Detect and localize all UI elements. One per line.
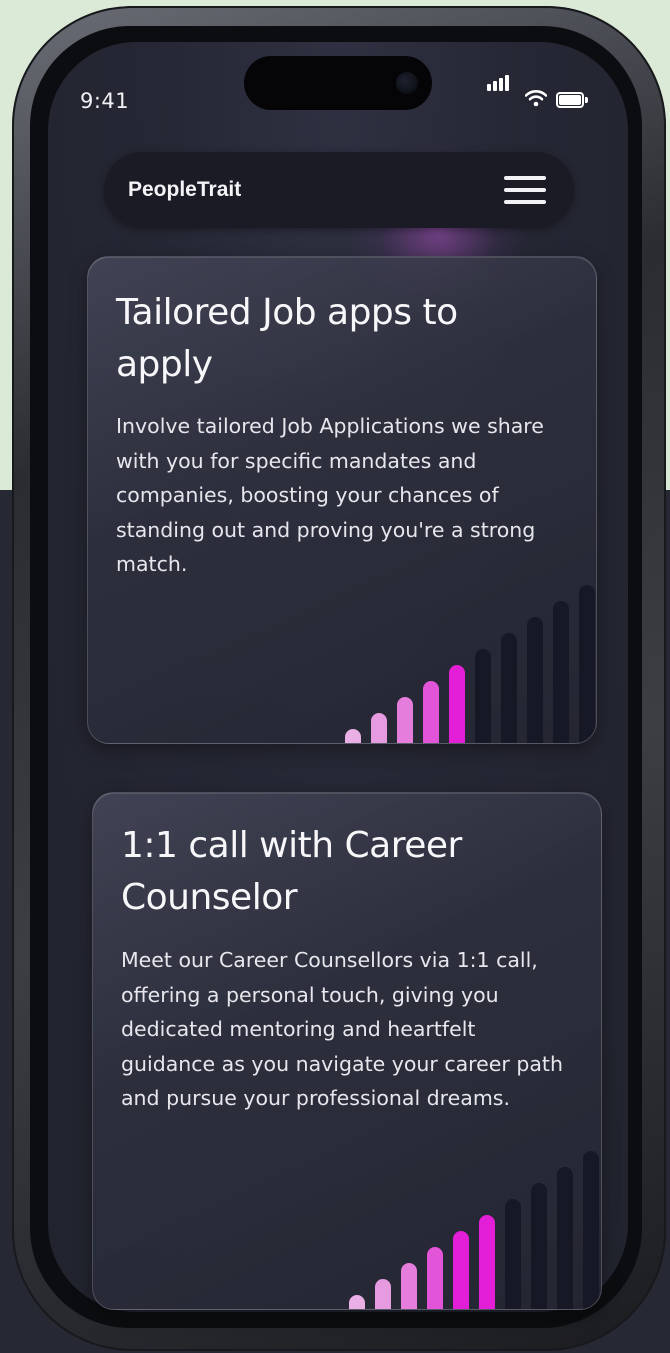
battery-icon <box>556 92 588 108</box>
bar-9 <box>553 601 569 743</box>
bar-2 <box>371 713 387 743</box>
bar-7 <box>505 1199 521 1309</box>
bar-2 <box>375 1279 391 1309</box>
top-navbar: PeopleTrait <box>104 152 574 228</box>
bar-6 <box>475 649 491 743</box>
progress-bars-graphic <box>93 793 601 1309</box>
bar-3 <box>397 697 413 743</box>
bar-4 <box>423 681 439 743</box>
bar-10 <box>579 585 595 743</box>
bar-5 <box>449 665 465 743</box>
bar-5 <box>453 1231 469 1309</box>
hamburger-menu-icon[interactable] <box>504 174 546 206</box>
bar-10 <box>583 1151 599 1309</box>
bar-1 <box>345 729 361 743</box>
feature-card-job-apps: Tailored Job apps to apply Involve tailo… <box>87 256 597 744</box>
bar-4 <box>427 1247 443 1309</box>
progress-bars-graphic <box>88 257 596 743</box>
bar-6 <box>479 1215 495 1309</box>
brand-logo-text[interactable]: PeopleTrait <box>128 178 241 202</box>
feature-card-career-counselor: 1:1 call with Career Counselor Meet our … <box>92 792 602 1310</box>
bar-8 <box>531 1183 547 1309</box>
camera-icon <box>396 72 418 94</box>
bar-8 <box>527 617 543 743</box>
bar-7 <box>501 633 517 743</box>
status-time: 9:41 <box>80 89 130 113</box>
bar-1 <box>349 1295 365 1309</box>
wifi-icon <box>525 90 547 107</box>
bar-9 <box>557 1167 573 1309</box>
bar-3 <box>401 1263 417 1309</box>
